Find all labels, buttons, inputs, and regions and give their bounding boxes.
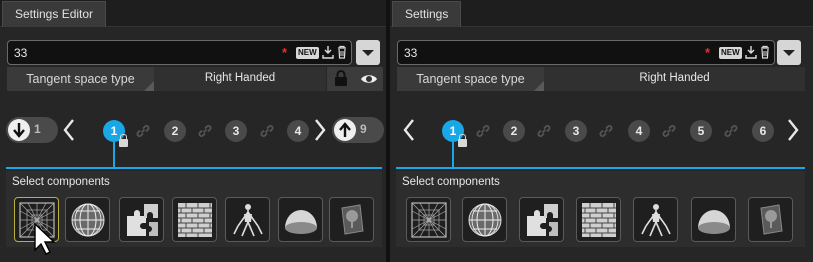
- right-settings-panel: Settings 33 * NEW Tangent space type Rig…: [390, 0, 813, 262]
- corner-triangle-icon: [144, 81, 154, 91]
- value-field[interactable]: 33 * NEW: [7, 40, 352, 65]
- link-icon: [537, 125, 551, 137]
- puzzle-icon: [527, 204, 558, 236]
- link-icon: [476, 125, 490, 137]
- download-icon[interactable]: [322, 45, 334, 59]
- new-badge[interactable]: NEW: [719, 47, 742, 59]
- component-globe-mesh[interactable]: [462, 197, 507, 242]
- prev-count-pill[interactable]: 1: [6, 117, 58, 143]
- component-globe-mesh[interactable]: [65, 197, 110, 242]
- link-icon: [136, 125, 150, 137]
- page-bubble-5[interactable]: 5: [690, 120, 712, 142]
- grid-warp-icon: [411, 202, 447, 238]
- arrow-up-icon: [334, 119, 356, 141]
- left-settings-panel: Settings Editor 33 * NEW Tangent space t…: [0, 0, 386, 262]
- puzzle-icon: [127, 204, 158, 236]
- new-badge[interactable]: NEW: [296, 47, 319, 59]
- components-box: Select components: [396, 171, 805, 247]
- dome-icon: [698, 210, 730, 234]
- next-count: 9: [360, 122, 367, 136]
- arrow-down-icon: [8, 119, 30, 141]
- brick-wall-icon: [178, 203, 212, 237]
- component-grid-warp[interactable]: [406, 197, 451, 242]
- component-brick-wall[interactable]: [576, 197, 621, 242]
- tangent-space-label-text: Tangent space type: [26, 72, 135, 86]
- tab-settings-editor[interactable]: Settings Editor: [2, 1, 107, 27]
- component-tree-card[interactable]: [329, 197, 374, 242]
- chevron-right-icon[interactable]: [313, 118, 327, 142]
- page-bubble-4[interactable]: 4: [628, 120, 650, 142]
- page-bubble-4[interactable]: 4: [287, 120, 309, 142]
- lock-icon: [335, 70, 347, 86]
- brick-wall-icon: [582, 203, 616, 237]
- component-brick-wall[interactable]: [172, 197, 217, 242]
- link-icon: [662, 125, 676, 137]
- tangent-space-value[interactable]: Right Handed: [544, 67, 805, 91]
- tree-card-icon: [341, 204, 364, 235]
- chevron-right-icon[interactable]: [786, 118, 800, 142]
- dropdown-button[interactable]: [356, 40, 380, 65]
- dropdown-button[interactable]: [777, 40, 801, 65]
- value-text: 33: [14, 46, 28, 60]
- component-puzzle[interactable]: [119, 197, 164, 242]
- tangent-space-row: Tangent space type Right Handed: [397, 67, 805, 91]
- mouse-cursor-icon: [34, 222, 56, 255]
- component-tree-card[interactable]: [748, 197, 793, 242]
- eye-icon: [361, 75, 377, 83]
- download-icon[interactable]: [745, 45, 757, 59]
- page-bubble-2[interactable]: 2: [164, 120, 186, 142]
- active-page-connector: [452, 142, 454, 167]
- tangent-space-row: Tangent space type Right Handed: [7, 67, 383, 91]
- tab-bar: Settings: [390, 0, 813, 27]
- components-box: Select components: [6, 171, 382, 247]
- tangent-space-label: Tangent space type: [397, 67, 544, 91]
- value-field[interactable]: 33 * NEW: [397, 40, 775, 65]
- lock-toggle[interactable]: [327, 67, 355, 91]
- page-bubble-3[interactable]: 3: [225, 120, 247, 142]
- component-figure-skeleton[interactable]: [633, 197, 678, 242]
- prev-count: 1: [34, 122, 41, 136]
- tab-bar: Settings Editor: [0, 0, 386, 27]
- trash-icon[interactable]: [759, 45, 771, 59]
- next-count-pill[interactable]: 9: [332, 117, 384, 143]
- components-title: Select components: [402, 176, 500, 188]
- tangent-space-label-text: Tangent space type: [416, 72, 525, 86]
- chevron-left-icon[interactable]: [62, 118, 76, 142]
- page-lock-icon: [458, 134, 467, 147]
- tangent-space-value[interactable]: Right Handed: [154, 67, 326, 91]
- components-title: Select components: [12, 176, 110, 188]
- page-navigation: 1 1 2 3 4 9: [0, 108, 386, 154]
- component-dome[interactable]: [691, 197, 736, 242]
- component-figure-skeleton[interactable]: [225, 197, 270, 242]
- page-lock-icon: [119, 134, 128, 147]
- page-bubble-3[interactable]: 3: [565, 120, 587, 142]
- value-text: 33: [404, 46, 418, 60]
- required-mark: *: [705, 45, 711, 60]
- dome-icon: [285, 210, 317, 234]
- figure-skeleton-icon: [641, 204, 671, 237]
- globe-mesh-icon: [468, 203, 502, 237]
- component-dome[interactable]: [278, 197, 323, 242]
- globe-mesh-icon: [71, 203, 105, 237]
- required-mark: *: [282, 45, 288, 60]
- link-icon: [198, 125, 212, 137]
- link-icon: [599, 125, 613, 137]
- accent-rule: [6, 167, 382, 169]
- corner-triangle-icon: [534, 81, 544, 91]
- trash-icon[interactable]: [336, 45, 348, 59]
- tab-settings[interactable]: Settings: [392, 1, 462, 27]
- link-icon: [260, 125, 274, 137]
- chevron-left-icon[interactable]: [402, 118, 416, 142]
- accent-rule: [396, 167, 805, 169]
- tree-card-icon: [760, 204, 783, 235]
- active-page-connector: [113, 142, 115, 167]
- page-bubble-2[interactable]: 2: [503, 120, 525, 142]
- component-puzzle[interactable]: [519, 197, 564, 242]
- figure-skeleton-icon: [233, 204, 263, 237]
- tangent-space-label: Tangent space type: [7, 67, 154, 91]
- link-icon: [724, 125, 738, 137]
- visibility-toggle[interactable]: [355, 67, 383, 91]
- page-bubble-6[interactable]: 6: [752, 120, 774, 142]
